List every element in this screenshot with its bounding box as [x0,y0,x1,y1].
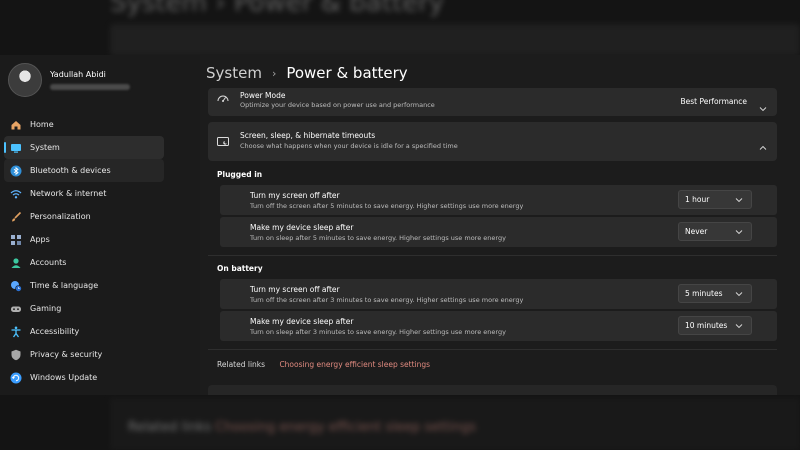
power-mode-icon [216,92,230,106]
sidebar-item-label: System [30,143,60,152]
section-divider [208,255,777,256]
sidebar-item-home[interactable]: Home [4,113,164,136]
sidebar-item-label: Accessibility [30,327,80,336]
battery-sleep-value: 10 minutes [685,321,728,330]
power-mode-card[interactable]: Power Mode Optimize your device based on… [208,88,777,116]
battery-screen-off-description: Turn off the screen after 3 minutes to s… [250,296,524,304]
profile-email-redacted [50,84,130,90]
power-mode-value[interactable]: Best Performance [680,97,747,106]
globe-clock-icon [10,280,22,292]
wifi-icon [10,188,22,200]
breadcrumb: System › Power & battery [206,64,408,82]
section-divider [208,349,777,350]
chevron-down-icon [735,322,743,330]
plugged-sleep-row: Make my device sleep after Turn on sleep… [220,217,777,247]
settings-window: Yadullah Abidi Home System Bluetooth & d… [0,55,800,395]
sidebar-item-time-language[interactable]: Time & language [4,274,164,297]
avatar [8,63,42,97]
power-mode-description: Optimize your device based on power use … [240,101,435,109]
plugged-sleep-description: Turn on sleep after 5 minutes to save en… [250,234,506,242]
energy-sleep-settings-link[interactable]: Choosing energy efficient sleep settings [279,360,430,369]
bluetooth-icon [10,165,22,177]
background-blur-related-label: Related links [128,420,212,435]
shield-icon [10,349,22,361]
power-mode-title: Power Mode [240,91,286,100]
plugged-screen-off-value: 1 hour [685,195,710,204]
background-blur-row [110,24,800,56]
sidebar-item-privacy[interactable]: Privacy & security [4,343,164,366]
sidebar-item-label: Bluetooth & devices [30,166,111,175]
sidebar-item-accounts[interactable]: Accounts [4,251,164,274]
plugged-screen-off-title: Turn my screen off after [250,191,340,200]
sidebar-item-system[interactable]: System [4,136,164,159]
battery-sleep-description: Turn on sleep after 3 minutes to save en… [250,328,506,336]
sidebar-item-windows-update[interactable]: Windows Update [4,366,164,389]
main-content: System › Power & battery Power Mode Opti… [200,55,800,395]
sidebar-item-label: Windows Update [30,373,98,382]
battery-sleep-title: Make my device sleep after [250,317,354,326]
chevron-down-icon[interactable] [759,98,767,112]
timeouts-title: Screen, sleep, & hibernate timeouts [240,131,376,140]
plugged-screen-off-select[interactable]: 1 hour [678,190,752,209]
brush-icon [10,211,22,223]
sidebar: Yadullah Abidi Home System Bluetooth & d… [0,55,200,395]
background-blur-title: System › Power & battery [110,0,445,18]
breadcrumb-parent[interactable]: System [206,64,262,82]
user-profile[interactable]: Yadullah Abidi [4,63,194,103]
sidebar-item-label: Network & internet [30,189,107,198]
background-blur-related-link: Choosing energy efficient sleep settings [215,420,477,435]
sidebar-item-bluetooth[interactable]: Bluetooth & devices [4,159,164,182]
plugged-in-label: Plugged in [217,170,263,179]
on-battery-label: On battery [217,264,263,273]
timeouts-description: Choose what happens when your device is … [240,142,458,150]
plugged-sleep-select[interactable]: Never [678,222,752,241]
plugged-screen-off-row: Turn my screen off after Turn off the sc… [220,185,777,215]
chevron-down-icon [735,196,743,204]
chevron-down-icon [735,290,743,298]
battery-screen-off-select[interactable]: 5 minutes [678,284,752,303]
page-title: Power & battery [286,64,408,82]
plugged-sleep-value: Never [685,227,708,236]
accounts-icon [10,257,22,269]
sidebar-item-label: Gaming [30,304,62,313]
battery-sleep-row: Make my device sleep after Turn on sleep… [220,311,777,341]
battery-screen-off-title: Turn my screen off after [250,285,340,294]
sidebar-nav: Home System Bluetooth & devices Network … [4,113,164,389]
profile-name: Yadullah Abidi [50,70,106,79]
sidebar-item-label: Personalization [30,212,91,221]
plugged-screen-off-description: Turn off the screen after 5 minutes to s… [250,202,524,210]
sidebar-item-label: Home [30,120,54,129]
next-card-edge [208,385,777,395]
sidebar-item-label: Accounts [30,258,67,267]
gamepad-icon [10,303,22,315]
related-links-label: Related links [217,360,266,369]
plugged-sleep-title: Make my device sleep after [250,223,354,232]
chevron-down-icon [735,228,743,236]
screen-sleep-icon [216,134,230,148]
timeouts-card[interactable]: Screen, sleep, & hibernate timeouts Choo… [208,122,777,161]
related-links: Related links Choosing energy efficient … [217,360,430,369]
sidebar-item-apps[interactable]: Apps [4,228,164,251]
accessibility-icon [10,326,22,338]
battery-sleep-select[interactable]: 10 minutes [678,316,752,335]
breadcrumb-separator: › [271,66,277,80]
apps-icon [10,234,22,246]
sidebar-item-accessibility[interactable]: Accessibility [4,320,164,343]
sidebar-item-gaming[interactable]: Gaming [4,297,164,320]
battery-screen-off-value: 5 minutes [685,289,723,298]
sidebar-item-label: Privacy & security [30,350,103,359]
sidebar-item-personalization[interactable]: Personalization [4,205,164,228]
home-icon [10,119,22,131]
sidebar-item-network[interactable]: Network & internet [4,182,164,205]
battery-screen-off-row: Turn my screen off after Turn off the sc… [220,279,777,309]
sidebar-item-label: Apps [30,235,50,244]
sidebar-item-label: Time & language [30,281,99,290]
chevron-up-icon[interactable] [759,137,767,150]
update-icon [10,372,22,384]
system-icon [10,142,22,154]
